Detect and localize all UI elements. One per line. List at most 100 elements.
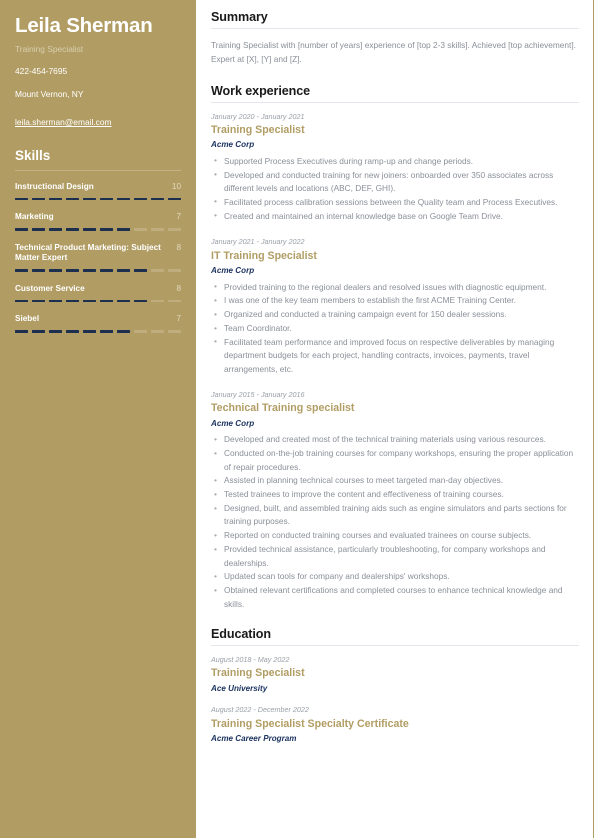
skill-segment-filled [31, 197, 46, 201]
entry-bullet: Organized and conducted a training campa… [213, 308, 579, 322]
education-entry: August 2018 - May 2022 Training Specialis… [211, 655, 579, 694]
main-content: Summary Training Specialist with [number… [196, 0, 593, 838]
skill-segment-filled [99, 228, 114, 231]
skill-value: 8 [176, 242, 181, 252]
skill-segment-filled [48, 197, 63, 201]
skill-segment-filled [82, 269, 97, 272]
skill-value: 10 [171, 181, 181, 191]
work-experience-entry: January 2021 - January 2022 IT Training S… [211, 237, 579, 376]
resume-page: Leila Sherman Training Specialist 422-45… [0, 0, 594, 838]
skill-segment-filled [15, 197, 29, 201]
work-experience-entry: January 2020 - January 2021 Training Spec… [211, 112, 579, 224]
entry-dates: January 2015 - January 2016 [211, 390, 305, 399]
summary-text: Training Specialist with [number of year… [211, 40, 576, 65]
skill-segment-filled [99, 330, 114, 333]
entry-bullet: Created and maintained an internal knowl… [213, 209, 579, 223]
skill-segment-filled [15, 269, 29, 272]
skill-segment-filled [167, 197, 182, 201]
skill-segment-filled [133, 269, 148, 272]
skill-segment-filled [65, 228, 80, 231]
skills-divider [15, 169, 181, 171]
skill-segment-filled [48, 299, 63, 303]
work-experience-list: January 2020 - January 2021 Training Spec… [211, 112, 579, 611]
skill-segment-filled [116, 299, 131, 303]
skill-segment-filled [15, 299, 29, 303]
work-experience-divider [211, 101, 579, 103]
skill-segment-filled [31, 330, 46, 333]
skill-label: Siebel [15, 314, 40, 324]
education-title: Training Specialist [211, 667, 305, 680]
entry-bullet: Facilitated process calibration sessions… [213, 195, 579, 209]
entry-bullet: Facilitated team performance and improve… [213, 335, 579, 376]
skill-segment-filled [99, 269, 114, 272]
skill-segment-filled [133, 197, 148, 201]
skill-segment-empty [150, 269, 165, 272]
entry-bullet-list: Supported Process Executives during ramp… [213, 154, 579, 223]
skill-segment-filled [48, 228, 63, 231]
skill-item: Marketing 7 [15, 212, 182, 231]
entry-bullet: Developed and created most of the techni… [213, 433, 579, 447]
education-heading: Education [211, 626, 271, 641]
skill-segment-filled [99, 197, 114, 201]
candidate-name: Leila Sherman [15, 14, 153, 37]
skill-item: Instructional Design 10 [15, 182, 182, 201]
skill-header: Technical Product Marketing: Subject Mat… [15, 243, 181, 265]
skill-segment-filled [31, 228, 46, 231]
skill-label: Marketing [15, 212, 54, 222]
education-list: August 2018 - May 2022 Training Specialis… [211, 655, 579, 745]
entry-bullet: Reported on conducted training courses a… [213, 529, 579, 543]
entry-bullet: Developed and conducted training for new… [213, 168, 579, 196]
work-experience-entry: January 2015 - January 2016 Technical Tra… [211, 390, 579, 611]
skill-value: 7 [176, 314, 181, 324]
entry-bullet-list: Developed and created most of the techni… [213, 433, 579, 610]
entry-bullet: Tested trainees to improve the content a… [213, 488, 579, 502]
skill-segment-filled [82, 197, 97, 201]
education-institution: Ace University [211, 683, 268, 693]
education-dates: August 2022 - December 2022 [211, 705, 309, 715]
entry-bullet: Updated scan tools for company and deale… [213, 570, 579, 584]
entry-dates: January 2020 - January 2021 [211, 111, 305, 121]
education-title: Training Specialist Specialty Certificat… [211, 717, 409, 730]
skill-segment-empty [150, 228, 165, 231]
skill-segment-empty [150, 330, 165, 333]
entry-bullet: I was one of the key team members to est… [213, 294, 579, 308]
skill-header: Instructional Design 10 [15, 182, 181, 193]
skill-segment-empty [133, 228, 148, 231]
skill-segment-filled [133, 299, 148, 303]
skill-label: Customer Service [15, 283, 85, 293]
skill-header: Marketing 7 [15, 212, 181, 223]
skills-heading: Skills [15, 147, 51, 163]
skill-rating-bar [15, 330, 182, 333]
education-entry: August 2022 - December 2022 Training Spec… [211, 705, 579, 744]
skill-segment-filled [82, 330, 97, 333]
entry-job-title: Training Specialist [211, 123, 305, 136]
entry-job-title: Technical Training specialist [211, 402, 355, 415]
skill-segment-filled [48, 330, 63, 333]
entry-dates: January 2021 - January 2022 [211, 237, 305, 247]
entry-company: Acme Corp [211, 418, 255, 428]
skill-value: 8 [176, 283, 181, 293]
skill-rating-bar [15, 299, 182, 303]
skill-segment-filled [99, 299, 114, 303]
skill-item: Customer Service 8 [15, 284, 182, 303]
skill-segment-filled [31, 299, 46, 303]
skill-header: Customer Service 8 [15, 284, 181, 295]
entry-bullet: Conducted on-the-job training courses fo… [213, 447, 579, 474]
sidebar: Leila Sherman Training Specialist 422-45… [0, 0, 196, 838]
entry-job-title: IT Training Specialist [211, 249, 317, 262]
entry-bullet: Obtained relevant certifications and com… [213, 584, 579, 611]
skill-segment-filled [150, 197, 165, 201]
contact-location: Mount Vernon, NY [15, 88, 84, 99]
skill-segment-filled [116, 269, 131, 272]
skill-segment-filled [65, 197, 80, 201]
entry-bullet: Supported Process Executives during ramp… [213, 154, 579, 168]
contact-email-link[interactable]: leila.sherman@email.com [15, 117, 111, 127]
skill-segment-filled [65, 330, 80, 333]
entry-bullet: Provided technical assistance, particula… [213, 543, 579, 570]
candidate-job-title: Training Specialist [15, 43, 84, 54]
skill-rating-bar [15, 228, 182, 231]
skill-segment-filled [15, 330, 29, 333]
skill-segment-empty [167, 330, 182, 333]
skill-header: Siebel 7 [15, 314, 181, 325]
skill-segment-empty [133, 330, 148, 333]
